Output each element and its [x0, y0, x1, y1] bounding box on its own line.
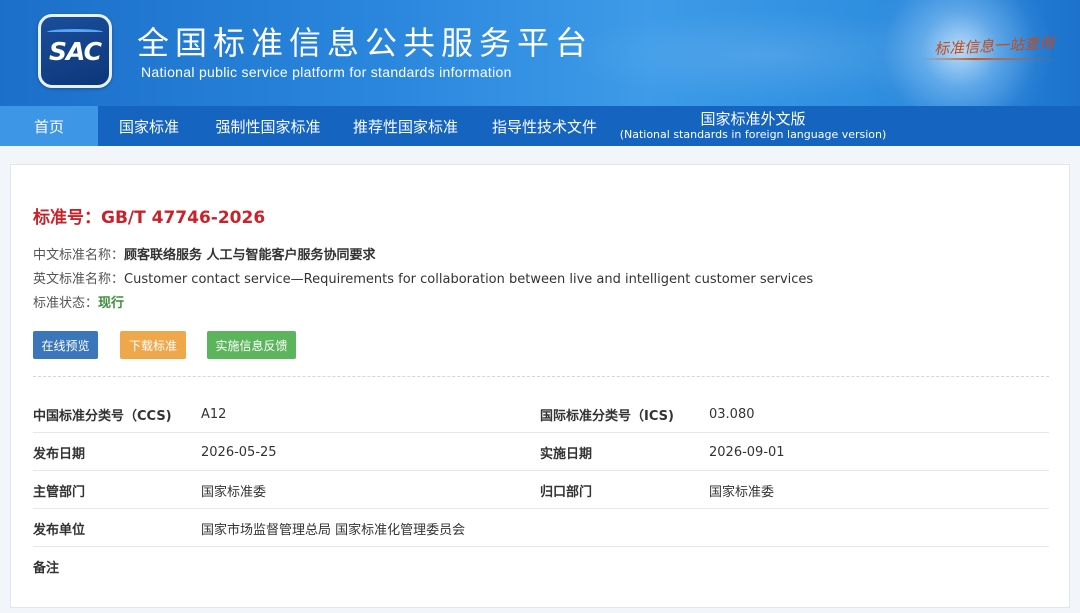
- nav-guiding-documents[interactable]: 指导性技术文件: [475, 106, 614, 146]
- cn-name-line: 中文标准名称：顾客联络服务 人工与智能客户服务协同要求: [33, 244, 376, 263]
- nav-mandatory-standards[interactable]: 强制性国家标准: [200, 106, 336, 146]
- logo-swoosh-icon: [47, 29, 103, 35]
- nav-guiding-documents-label: 指导性技术文件: [491, 117, 597, 136]
- implement-date-label: 实施日期: [540, 446, 593, 462]
- competent-dept-value: 国家标准委: [201, 484, 267, 500]
- detail-row-publisher: 发布单位 国家市场监督管理总局 国家标准化管理委员会: [33, 509, 1049, 547]
- site-title: 全国标准信息公共服务平台: [137, 24, 594, 62]
- section-divider: [33, 376, 1049, 377]
- competent-dept-label: 主管部门: [33, 484, 86, 500]
- detail-row-departments: 主管部门 国家标准委 归口部门 国家标准委: [33, 471, 1049, 509]
- logo-text: SAC: [49, 36, 102, 66]
- status-line: 标准状态：现行: [33, 292, 124, 311]
- detail-row-remarks: 备注: [33, 547, 1049, 585]
- nav-foreign-language-sublabel: (National standards in foreign language …: [619, 128, 887, 142]
- standard-number: 标准号：GB/T 47746-2026: [33, 203, 265, 228]
- ics-label: 国际标准分类号（ICS): [540, 408, 674, 424]
- sac-logo[interactable]: SAC: [38, 14, 112, 88]
- nav-recommended-standards[interactable]: 推荐性国家标准: [336, 106, 475, 146]
- publisher-label: 发布单位: [33, 522, 86, 538]
- download-standard-button[interactable]: 下载标准: [120, 331, 186, 359]
- nav-home[interactable]: 首页: [0, 106, 98, 146]
- publish-date-label: 发布日期: [33, 446, 86, 462]
- standard-number-label: 标准号：: [33, 208, 101, 228]
- standard-detail-card: 标准号：GB/T 47746-2026 中文标准名称：顾客联络服务 人工与智能客…: [10, 164, 1070, 608]
- nav-national-standards-label: 国家标准: [118, 117, 179, 136]
- standard-number-value: GB/T 47746-2026: [101, 208, 266, 228]
- en-name-value: Customer contact service—Requirements fo…: [124, 272, 814, 287]
- status-label: 标准状态：: [33, 296, 99, 311]
- slogan-underline: [920, 58, 1060, 60]
- publish-date-value: 2026-05-25: [201, 444, 277, 460]
- nav-home-label: 首页: [33, 117, 64, 136]
- ccs-label: 中国标准分类号（CCS): [33, 408, 172, 424]
- nav-mandatory-standards-label: 强制性国家标准: [215, 117, 321, 136]
- detail-row-dates: 发布日期 2026-05-25 实施日期 2026-09-01: [33, 433, 1049, 471]
- nav-national-standards[interactable]: 国家标准: [98, 106, 200, 146]
- implementation-feedback-button[interactable]: 实施信息反馈: [207, 331, 296, 359]
- cn-name-label: 中文标准名称：: [33, 248, 125, 263]
- detail-row-classification: 中国标准分类号（CCS) A12 国际标准分类号（ICS) 03.080: [33, 395, 1049, 433]
- online-preview-button[interactable]: 在线预览: [33, 331, 98, 359]
- publisher-value: 国家市场监督管理总局 国家标准化管理委员会: [201, 522, 466, 538]
- ccs-value: A12: [201, 406, 227, 422]
- responsible-dept-label: 归口部门: [540, 484, 593, 500]
- site-header: SAC 全国标准信息公共服务平台 National public service…: [0, 0, 1080, 106]
- ics-value: 03.080: [709, 406, 755, 422]
- main-nav: 首页 国家标准 强制性国家标准 推荐性国家标准 指导性技术文件 国家标准外文版 …: [0, 106, 1080, 146]
- implement-date-value: 2026-09-01: [709, 444, 785, 460]
- en-name-label: 英文标准名称：: [33, 272, 125, 287]
- status-badge: 现行: [98, 296, 125, 311]
- nav-recommended-standards-label: 推荐性国家标准: [352, 117, 458, 136]
- responsible-dept-value: 国家标准委: [709, 484, 775, 500]
- remarks-label: 备注: [33, 560, 60, 576]
- nav-foreign-language-version[interactable]: 国家标准外文版 (National standards in foreign l…: [614, 106, 892, 146]
- site-subtitle: National public service platform for sta…: [141, 64, 512, 80]
- cn-name-value: 顾客联络服务 人工与智能客户服务协同要求: [124, 248, 376, 263]
- nav-foreign-language-label: 国家标准外文版: [700, 110, 806, 129]
- en-name-line: 英文标准名称：Customer contact service—Requirem…: [33, 268, 813, 287]
